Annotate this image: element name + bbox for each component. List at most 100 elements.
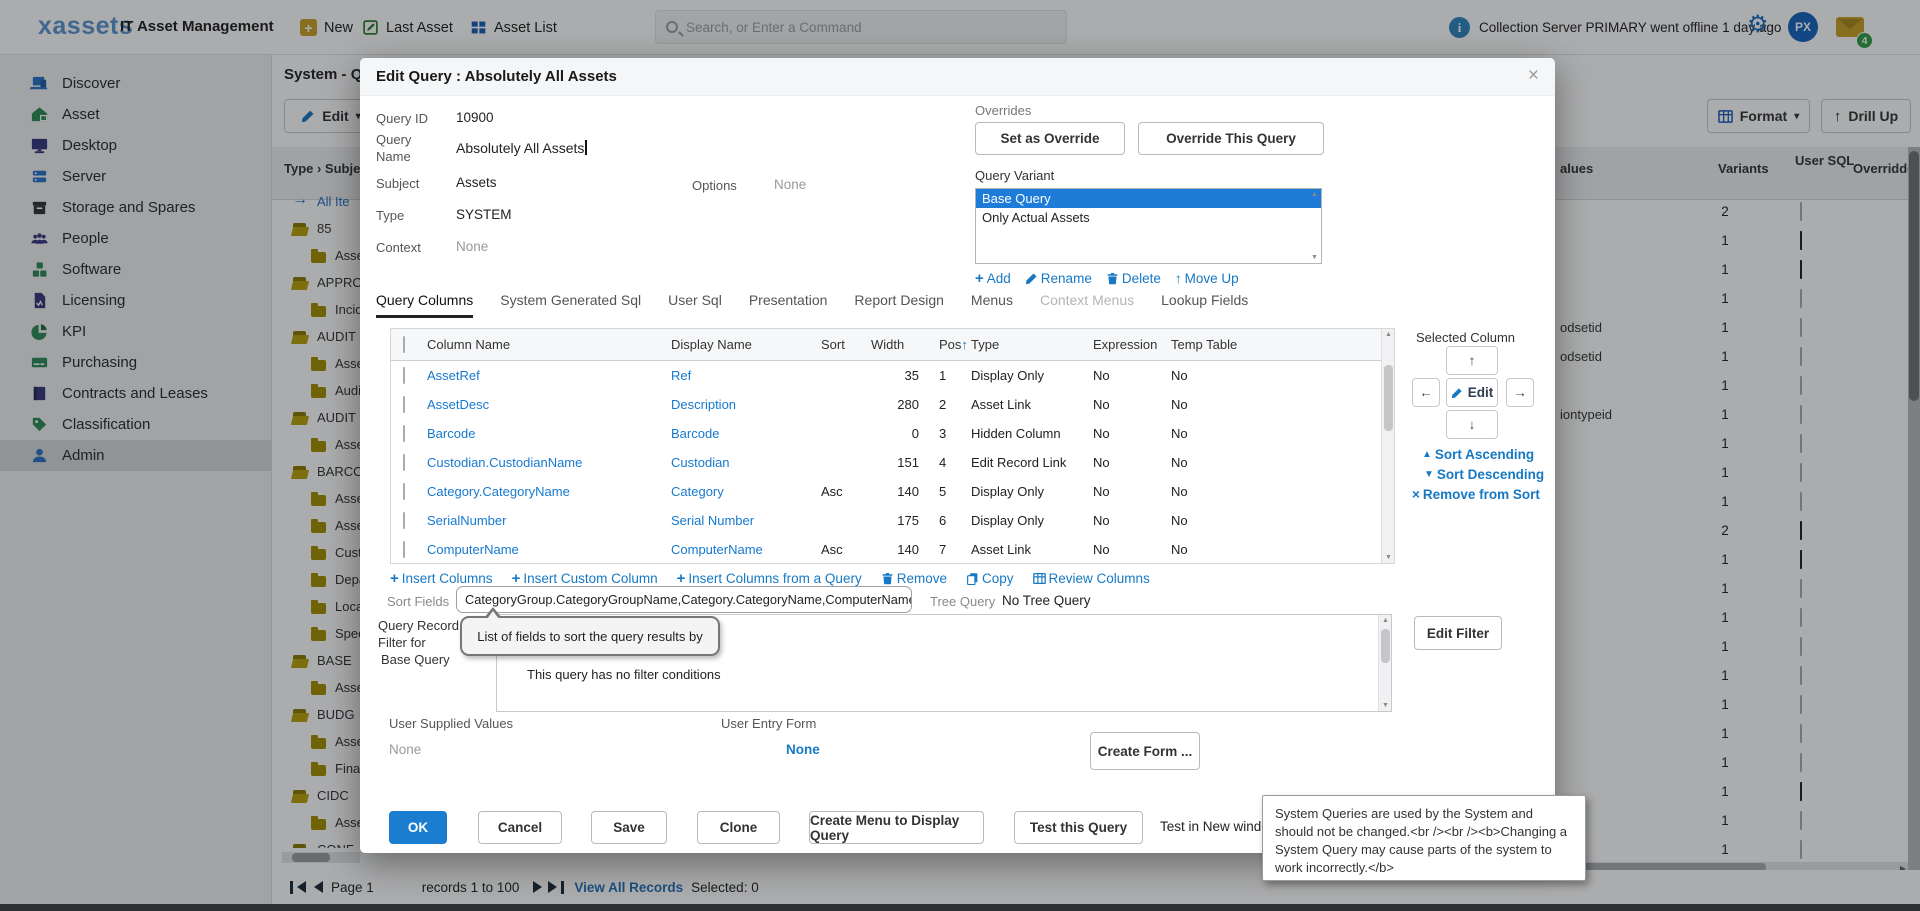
variant-option[interactable]: Base Query xyxy=(976,189,1321,208)
remove-from-sort-link[interactable]: ×Remove from Sort xyxy=(1412,487,1540,502)
column-row[interactable]: Custodian.CustodianName Custodian 151 4 … xyxy=(391,448,1394,477)
cell-display-name[interactable]: Barcode xyxy=(671,426,821,441)
cell-expression: No xyxy=(1093,397,1171,412)
cell-pos: 3 xyxy=(925,426,971,441)
row-checkbox[interactable] xyxy=(403,541,405,558)
close-icon[interactable]: × xyxy=(1528,65,1539,87)
copy-icon xyxy=(966,572,979,585)
create-form-button[interactable]: Create Form ... xyxy=(1090,732,1200,770)
cell-display-name[interactable]: Ref xyxy=(671,368,821,383)
tab[interactable]: System Generated Sql xyxy=(500,292,641,318)
select-all-checkbox[interactable] xyxy=(403,336,405,353)
add-variant-link[interactable]: +Add xyxy=(975,270,1011,287)
save-button[interactable]: Save xyxy=(591,811,667,844)
table-scrollbar[interactable]: ▲ ▼ xyxy=(1381,329,1394,563)
dialog-tabs: Query Columns System Generated Sql User Sq… xyxy=(376,292,1248,318)
row-checkbox[interactable] xyxy=(403,454,405,471)
move-up-variant-link[interactable]: ↑Move Up xyxy=(1175,271,1239,286)
row-checkbox[interactable] xyxy=(403,367,405,384)
tab[interactable]: Report Design xyxy=(854,292,944,318)
scroll-up-icon: ▲ xyxy=(1382,331,1395,338)
query-name-field[interactable]: Absolutely All Assets xyxy=(456,140,587,156)
rename-variant-link[interactable]: Rename xyxy=(1025,271,1092,286)
review-columns-link[interactable]: Review Columns xyxy=(1033,571,1150,586)
tab[interactable]: Menus xyxy=(971,292,1013,318)
column-row[interactable]: ComputerName ComputerName Asc 140 7 Asse… xyxy=(391,535,1394,564)
insert-columns-link[interactable]: +Insert Columns xyxy=(390,570,493,587)
ok-button[interactable]: OK xyxy=(389,811,447,844)
edit-column-button[interactable]: Edit xyxy=(1446,378,1498,407)
move-column-left-button[interactable]: ← xyxy=(1412,378,1440,407)
cancel-button[interactable]: Cancel xyxy=(478,811,562,844)
expression-header[interactable]: Expression xyxy=(1093,337,1171,352)
cell-display-name[interactable]: Custodian xyxy=(671,455,821,470)
scroll-down-icon[interactable]: ▼ xyxy=(1309,254,1320,261)
cell-temp-table: No xyxy=(1171,368,1394,383)
tab[interactable]: Lookup Fields xyxy=(1161,292,1248,318)
cell-expression: No xyxy=(1093,455,1171,470)
cell-column-name[interactable]: Barcode xyxy=(427,426,671,441)
cell-display-name[interactable]: Serial Number xyxy=(671,513,821,528)
tab[interactable]: Presentation xyxy=(749,292,828,318)
cell-display-name[interactable]: Category xyxy=(671,484,821,499)
column-row[interactable]: AssetRef Ref 35 1 Display Only No No xyxy=(391,361,1394,390)
set-as-override-button[interactable]: Set as Override xyxy=(975,122,1125,155)
create-menu-button[interactable]: Create Menu to Display Query xyxy=(809,811,984,844)
cell-column-name[interactable]: AssetDesc xyxy=(427,397,671,412)
column-row[interactable]: Barcode Barcode 0 3 Hidden Column No No xyxy=(391,419,1394,448)
width-header[interactable]: Width xyxy=(871,337,925,352)
insert-columns-from-query-link[interactable]: +Insert Columns from a Query xyxy=(677,570,862,587)
pos-header[interactable]: Pos↑ xyxy=(925,337,971,352)
sort-ascending-link[interactable]: ▲Sort Ascending xyxy=(1422,447,1534,462)
clone-button[interactable]: Clone xyxy=(697,811,780,844)
remove-column-link[interactable]: Remove xyxy=(881,571,947,586)
column-actions: +Insert Columns +Insert Custom Column +I… xyxy=(390,570,1150,587)
cell-temp-table: No xyxy=(1171,397,1394,412)
cell-column-name[interactable]: Category.CategoryName xyxy=(427,484,671,499)
column-name-header[interactable]: Column Name xyxy=(427,337,671,352)
tab[interactable]: Context Menus xyxy=(1040,292,1134,318)
filter-label-line1: Query Record xyxy=(378,618,459,633)
cell-column-name[interactable]: Custodian.CustodianName xyxy=(427,455,671,470)
cell-column-name[interactable]: ComputerName xyxy=(427,542,671,557)
move-column-right-button[interactable]: → xyxy=(1506,378,1534,407)
user-entry-form-value[interactable]: None xyxy=(786,742,820,757)
row-checkbox[interactable] xyxy=(403,396,405,413)
tab[interactable]: User Sql xyxy=(668,292,722,318)
query-variant-listbox[interactable]: Base QueryOnly Actual Assets ▲ ▼ xyxy=(975,188,1322,264)
cell-display-name[interactable]: ComputerName xyxy=(671,542,821,557)
filter-scrollbar[interactable]: ▲ ▼ xyxy=(1378,615,1391,711)
tree-query-label: Tree Query xyxy=(930,594,995,609)
sort-fields-input[interactable]: CategoryGroup.CategoryGroupName,Category… xyxy=(456,586,912,613)
scroll-up-icon[interactable]: ▲ xyxy=(1309,191,1320,198)
row-checkbox[interactable] xyxy=(403,512,405,529)
row-checkbox[interactable] xyxy=(403,425,405,442)
copy-column-link[interactable]: Copy xyxy=(966,571,1014,586)
move-column-up-button[interactable]: ↑ xyxy=(1446,346,1498,375)
cell-display-name[interactable]: Description xyxy=(671,397,821,412)
override-this-query-button[interactable]: Override This Query xyxy=(1138,122,1324,155)
display-name-header[interactable]: Display Name xyxy=(671,337,821,352)
variant-option[interactable]: Only Actual Assets xyxy=(976,208,1321,227)
delete-variant-link[interactable]: Delete xyxy=(1106,271,1161,286)
row-checkbox[interactable] xyxy=(403,483,405,500)
column-row[interactable]: SerialNumber Serial Number 175 6 Display… xyxy=(391,506,1394,535)
column-row[interactable]: AssetDesc Description 280 2 Asset Link N… xyxy=(391,390,1394,419)
tab[interactable]: Query Columns xyxy=(376,292,473,318)
insert-custom-column-link[interactable]: +Insert Custom Column xyxy=(512,570,658,587)
sort-descending-link[interactable]: ▼Sort Descending xyxy=(1424,467,1544,482)
cell-column-name[interactable]: AssetRef xyxy=(427,368,671,383)
query-columns-table: Column Name Display Name Sort Width Pos↑… xyxy=(390,328,1395,564)
edit-filter-button[interactable]: Edit Filter xyxy=(1414,616,1502,650)
temp-table-header[interactable]: Temp Table xyxy=(1171,337,1394,352)
move-column-down-button[interactable]: ↓ xyxy=(1446,410,1498,439)
type-header[interactable]: Type xyxy=(971,337,1093,352)
column-row[interactable]: Category.CategoryName Category Asc 140 5… xyxy=(391,477,1394,506)
sort-header[interactable]: Sort xyxy=(821,337,871,352)
cell-column-name[interactable]: SerialNumber xyxy=(427,513,671,528)
test-query-button[interactable]: Test this Query xyxy=(1014,811,1143,844)
sort-fields-label: Sort Fields xyxy=(387,594,449,609)
test-new-window-button[interactable]: Test in New windo xyxy=(1160,819,1269,834)
cell-pos: 2 xyxy=(925,397,971,412)
subject-value: Assets xyxy=(456,175,497,190)
